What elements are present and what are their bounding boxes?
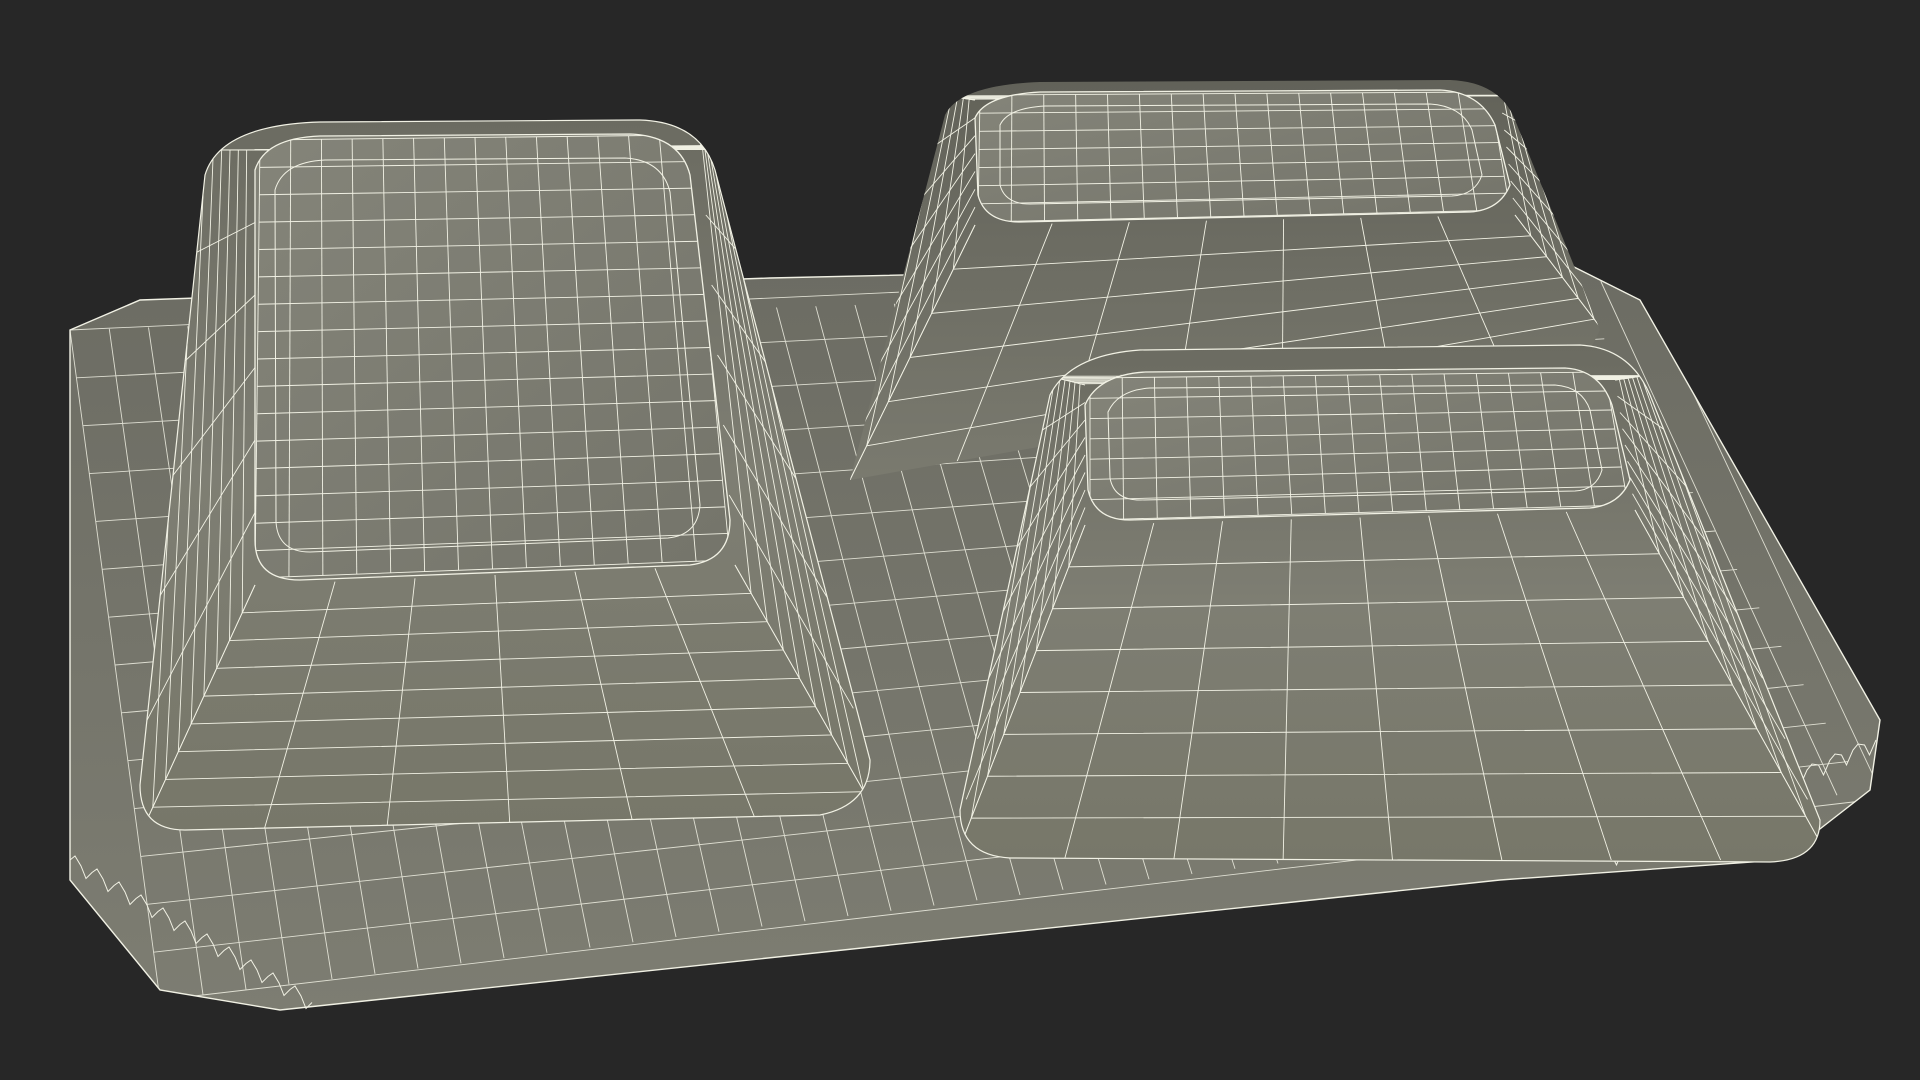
render-viewport <box>0 0 1920 1080</box>
wireframe-render <box>0 0 1920 1080</box>
